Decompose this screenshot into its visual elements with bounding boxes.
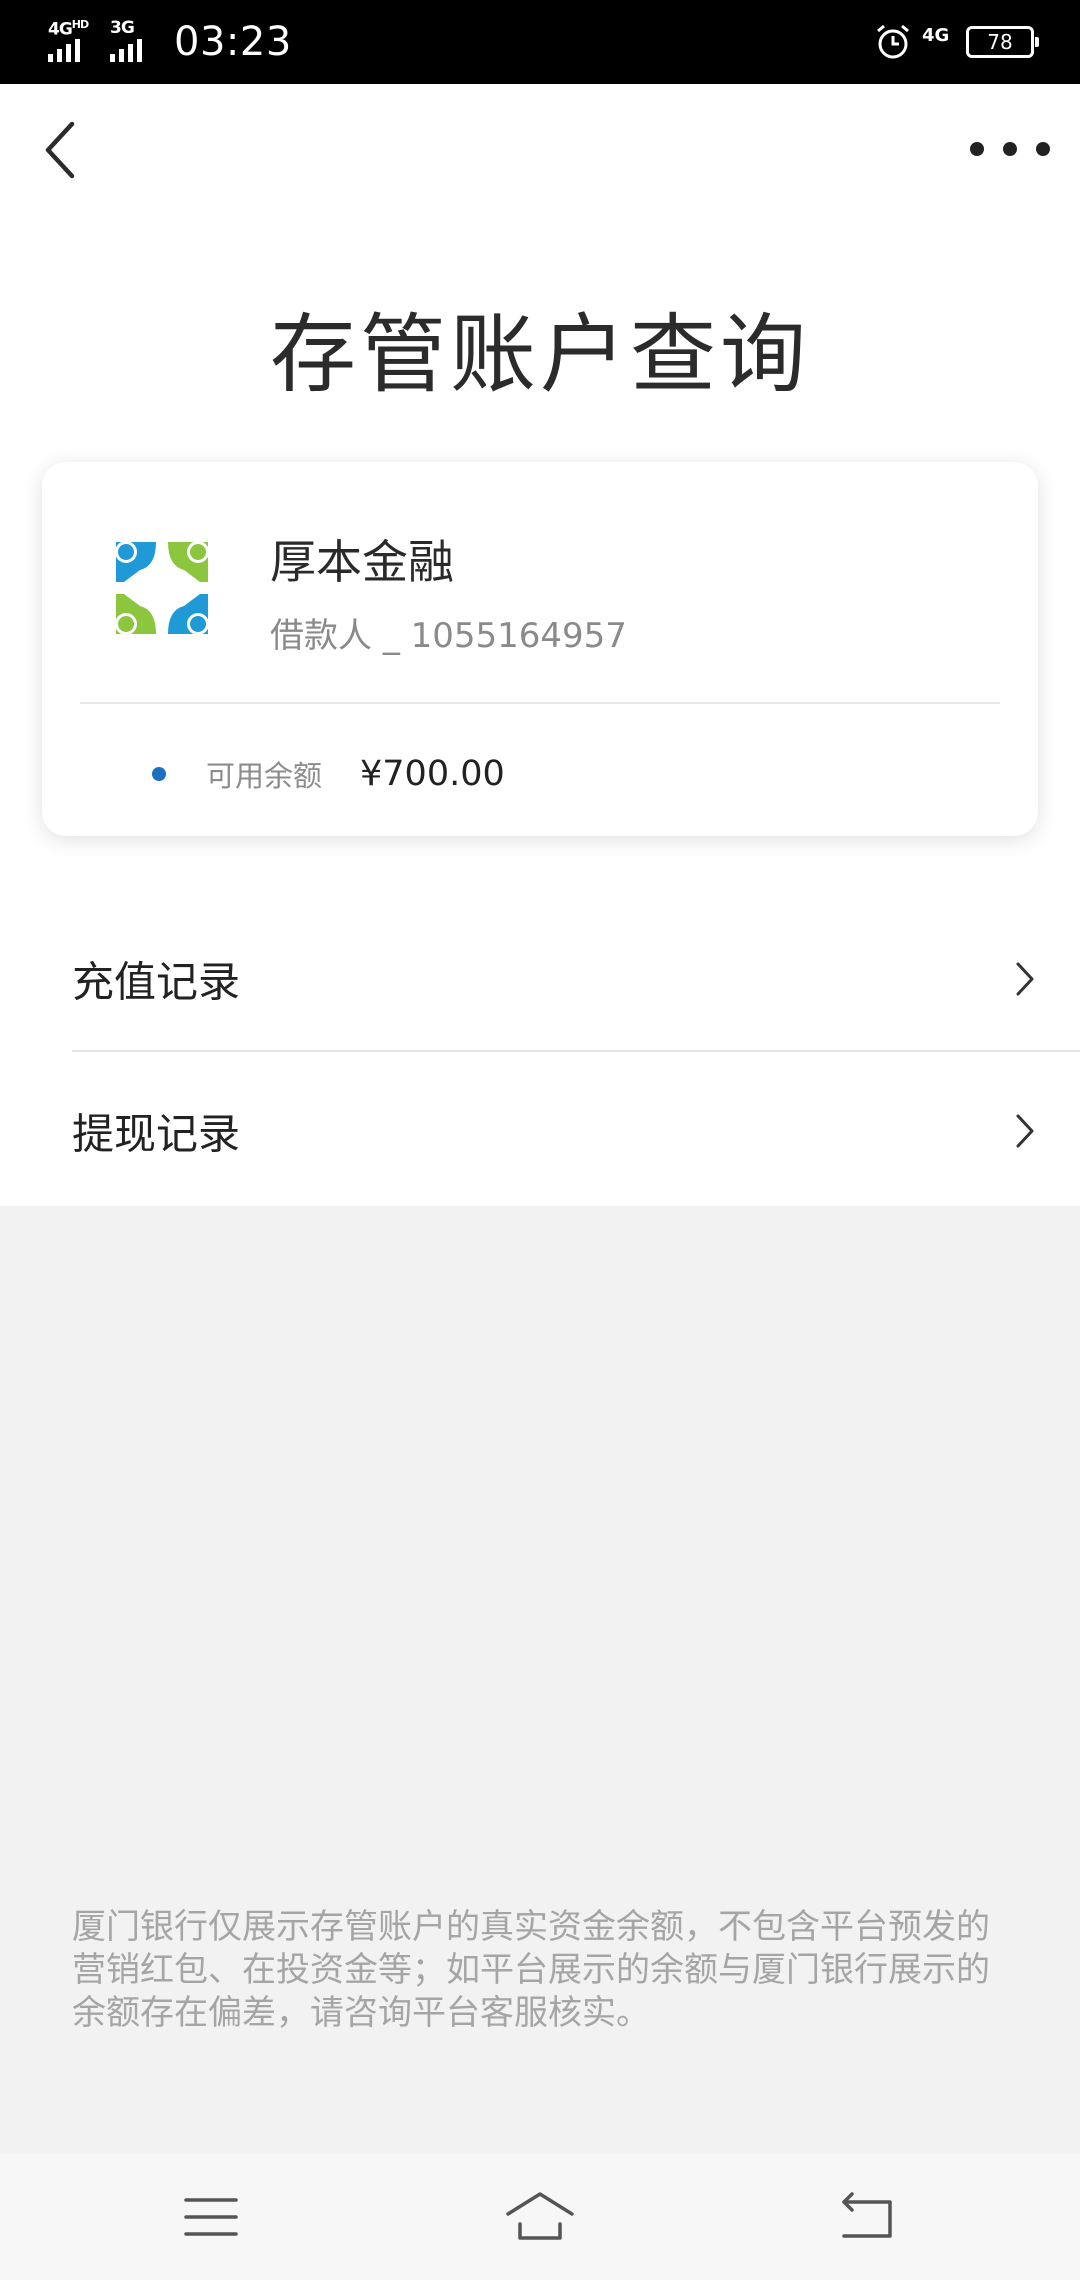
system-nav-bar (0, 2154, 1080, 2280)
bullet-dot-icon (152, 767, 166, 781)
signal-3g-icon: 3G (108, 18, 160, 64)
page-title: 存管账户查询 (270, 305, 810, 405)
menu-item-withdraw-records[interactable]: 提现记录 (0, 1056, 1080, 1206)
net1-sup: HD (71, 18, 89, 31)
chevron-right-icon (1016, 962, 1034, 996)
alarm-icon (877, 24, 909, 59)
back-button[interactable] (34, 114, 90, 186)
disclaimer-notice: 厦门银行仅展示存管账户的真实资金余额，不包含平台预发的营销红包、在投资金等；如平… (72, 1907, 990, 2033)
net1-label: 4G (48, 19, 73, 40)
chevron-right-icon (1016, 1114, 1034, 1148)
nav-home-button[interactable] (500, 2184, 580, 2250)
account-line: 借款人 _ 1055164957 (270, 608, 627, 657)
menu-item-recharge-records[interactable]: 充值记录 (0, 904, 1080, 1054)
menu-item-label: 充值记录 (72, 957, 241, 1007)
balance-label: 可用余额 (206, 759, 323, 793)
balance-value: ¥700.00 (360, 754, 505, 794)
page-content: 存管账户查询 厚本金融 借款人 _ 1055164957 可用余额 ¥700.0… (0, 84, 1080, 1206)
balance-row: 可用余额 ¥700.00 (152, 744, 505, 804)
battery-icon: 78 (966, 26, 1039, 58)
status-right: 4G 78 (874, 18, 1039, 66)
account-separator: _ (382, 616, 400, 656)
net2-label: 3G (110, 18, 135, 38)
more-dot (1036, 142, 1050, 156)
nav-back-button[interactable] (828, 2184, 908, 2250)
menu-divider (72, 1050, 1080, 1052)
menu-icon (184, 2198, 238, 2236)
org-name: 厚本金融 (270, 535, 454, 589)
back-icon (842, 2192, 892, 2238)
account-card: 厚本金融 借款人 _ 1055164957 可用余额 ¥700.00 (42, 462, 1038, 836)
signal-4g-icon: 4GHD (46, 18, 98, 64)
menu-item-label: 提现记录 (72, 1109, 241, 1159)
account-role: 借款人 (270, 616, 372, 656)
clock: 03:23 (174, 19, 292, 65)
nav-menu-button[interactable] (172, 2184, 252, 2250)
account-number: 1055164957 (410, 616, 627, 656)
status-bar: 4GHD 3G 03:23 4G 78 (0, 0, 1080, 84)
chevron-left-icon (45, 121, 75, 179)
signal-4g-right-icon: 4G (922, 25, 950, 46)
battery-level: 78 (987, 30, 1013, 54)
home-icon (506, 2192, 574, 2240)
institution-logo (112, 538, 212, 638)
more-dot (1003, 142, 1017, 156)
status-left: 4GHD 3G 03:23 (46, 16, 292, 68)
more-dot (970, 142, 984, 156)
more-button[interactable] (970, 124, 1050, 174)
card-divider (80, 702, 1000, 704)
